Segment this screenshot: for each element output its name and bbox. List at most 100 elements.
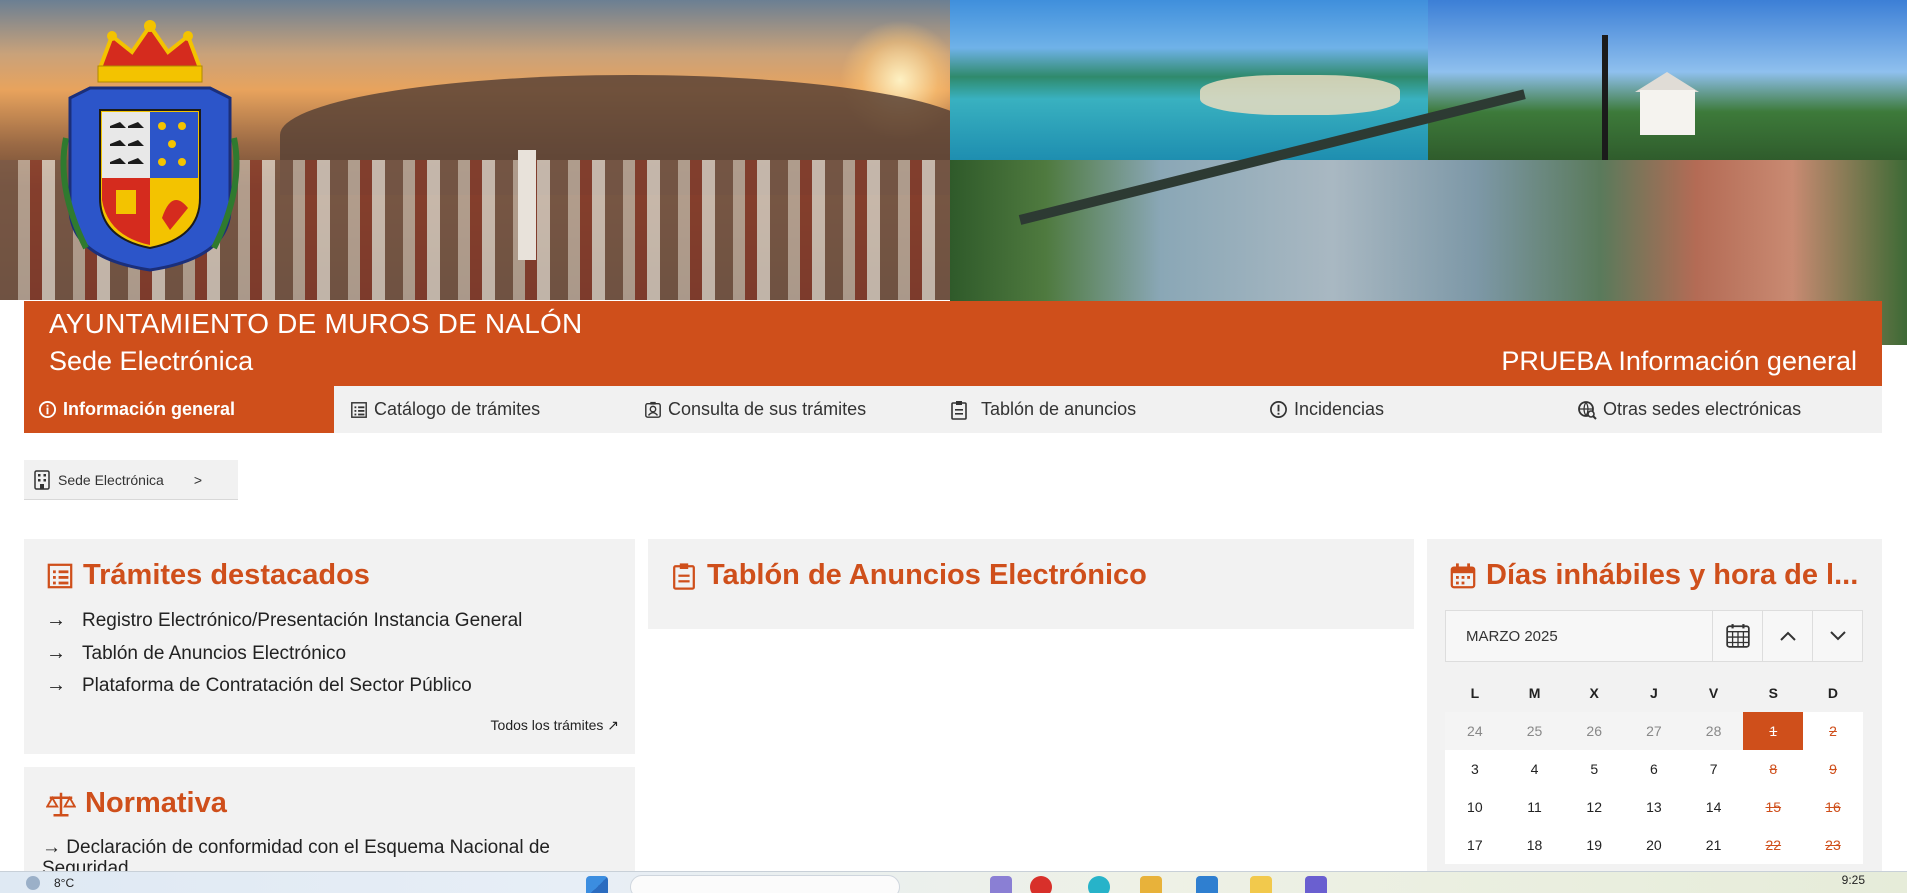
teams-chat-icon[interactable] (1305, 876, 1327, 893)
banner-lamppost (1602, 35, 1608, 160)
calendar-day[interactable]: 28 (1683, 712, 1744, 750)
tramite-link[interactable]: → Registro Electrónico/Presentación Inst… (46, 609, 522, 632)
calendar-day[interactable]: 26 (1564, 712, 1625, 750)
coat-of-arms-logo[interactable] (52, 18, 248, 273)
browser-icon[interactable] (1088, 876, 1110, 893)
tramite-link[interactable]: → Plataforma de Contratación del Sector … (46, 674, 472, 697)
calendar-picker-button[interactable] (1712, 611, 1762, 661)
calendar-day[interactable]: 20 (1624, 826, 1684, 864)
calendar-day-holiday[interactable]: 9 (1803, 750, 1863, 788)
tablon-anuncios-panel: Tablón de Anuncios Electrónico (648, 539, 1414, 629)
nav-item-incidencias[interactable]: Incidencias (1269, 386, 1577, 433)
nav-item-label: Consulta de sus trámites (668, 399, 867, 419)
calendar-day[interactable]: 10 (1445, 788, 1505, 826)
taskbar-clock[interactable]: 9:25 (1842, 873, 1865, 887)
breadcrumb-separator: > (193, 471, 203, 488)
chevron-down-icon (1829, 631, 1846, 641)
calendar-day-holiday[interactable]: 15 (1743, 788, 1804, 826)
header-banner (0, 0, 1907, 345)
calendar-day-holiday[interactable]: 8 (1743, 750, 1804, 788)
calendar-weekday-row: L M X J V S D (1445, 674, 1863, 712)
calendar-prev-button[interactable] (1762, 611, 1812, 661)
info-icon (38, 400, 57, 419)
taskbar-search-box[interactable] (630, 875, 900, 893)
normativa-heading: Normativa (46, 787, 227, 820)
site-title-band: AYUNTAMIENTO DE MUROS DE NALÓN Sede Elec… (24, 301, 1882, 386)
building-icon (34, 469, 50, 490)
calendar-day[interactable]: 14 (1683, 788, 1744, 826)
tablon-anuncios-title: Tablón de Anuncios Electrónico (707, 559, 1147, 591)
calendar-week-row: 10 11 12 13 14 15 16 (1445, 788, 1863, 826)
calendar-day-holiday[interactable]: 23 (1803, 826, 1863, 864)
user-badge-icon (645, 401, 661, 418)
calendar-day[interactable]: 17 (1445, 826, 1505, 864)
sticky-notes-icon[interactable] (1250, 876, 1272, 893)
globe-search-icon (1578, 400, 1597, 420)
chevron-up-icon (1779, 631, 1796, 641)
calendar-day[interactable]: 3 (1445, 750, 1505, 788)
scale-balance-icon (46, 792, 76, 816)
nav-item-otras-sedes[interactable]: Otras sedes electrónicas (1577, 386, 1882, 433)
teams-icon[interactable] (990, 876, 1012, 893)
calendar-next-button[interactable] (1812, 611, 1862, 661)
app-icon[interactable] (1030, 876, 1052, 893)
banner-beach-sand (1200, 75, 1400, 115)
todos-los-tramites-link[interactable]: Todos los trámites ↗ (491, 717, 619, 734)
tramite-link-label: Plataforma de Contratación del Sector Pú… (82, 674, 472, 696)
calendar-icon (1450, 562, 1476, 588)
nav-item-informacion-general[interactable]: Información general (24, 386, 334, 433)
calendar-day[interactable]: 21 (1683, 826, 1744, 864)
calendar-week-row: 17 18 19 20 21 22 23 (1445, 826, 1863, 864)
banner-church-tower (518, 150, 536, 260)
tramites-destacados-title: Trámites destacados (83, 559, 370, 591)
taskbar-weather[interactable]: 8°C (26, 876, 74, 890)
list-icon (351, 401, 367, 418)
store-icon[interactable] (1196, 876, 1218, 893)
calendar-header: MARZO 2025 (1445, 610, 1863, 662)
calendar-day[interactable]: 13 (1624, 788, 1684, 826)
breadcrumb-home-link[interactable]: Sede Electrónica (58, 472, 164, 488)
calendar-day-holiday[interactable]: 2 (1803, 712, 1863, 750)
weather-icon (26, 876, 40, 890)
calendar-day[interactable]: 6 (1624, 750, 1684, 788)
file-explorer-icon[interactable] (1140, 876, 1162, 893)
weekday-label: D (1827, 685, 1839, 701)
tramite-link-label: Tablón de Anuncios Electrónico (82, 642, 347, 664)
windows-start-icon[interactable] (586, 876, 608, 893)
arrow-right-icon: → (46, 642, 66, 664)
nav-item-catalogo-tramites[interactable]: Catálogo de trámites (334, 386, 644, 433)
normativa-link[interactable]: → Declaración de conformidad con el Esqu… (42, 837, 622, 871)
calendar-day-selected[interactable]: 1 (1743, 712, 1804, 750)
calendar-day[interactable]: 7 (1683, 750, 1744, 788)
calendar-day[interactable]: 4 (1504, 750, 1565, 788)
calendar-day[interactable]: 24 (1445, 712, 1505, 750)
os-taskbar: 8°C 9:25 (0, 871, 1907, 893)
calendar-day[interactable]: 25 (1504, 712, 1565, 750)
arrow-right-icon: → (42, 837, 67, 858)
calendar-day[interactable]: 12 (1564, 788, 1625, 826)
normativa-link-label: Declaración de conformidad con el Esquem… (42, 837, 551, 871)
page: AYUNTAMIENTO DE MUROS DE NALÓN Sede Elec… (0, 0, 1907, 893)
nav-item-label: Información general (63, 399, 236, 419)
site-subtitle: Sede Electrónica (49, 346, 254, 376)
clipboard-icon (673, 562, 695, 590)
weekday-label: S (1768, 685, 1778, 701)
weekday-label: X (1589, 685, 1599, 701)
calendar-day-holiday[interactable]: 22 (1743, 826, 1804, 864)
nav-item-label: Catálogo de trámites (374, 399, 541, 419)
weather-temperature: 8°C (54, 876, 75, 890)
alert-icon (1270, 401, 1287, 418)
normativa-title: Normativa (85, 787, 227, 819)
nav-item-tablon-anuncios[interactable]: Tablón de anuncios (949, 386, 1269, 433)
arrow-right-icon: → (46, 674, 66, 696)
calendar-day-holiday[interactable]: 16 (1803, 788, 1863, 826)
tramite-link[interactable]: → Tablón de Anuncios Electrónico (46, 642, 346, 665)
calendar-day[interactable]: 19 (1564, 826, 1625, 864)
calendar-day[interactable]: 11 (1504, 788, 1565, 826)
calendar-grid: L M X J V S D 24 25 26 27 28 1 2 3 4 5 6… (1445, 674, 1863, 864)
calendar-day[interactable]: 27 (1624, 712, 1684, 750)
calendar-day[interactable]: 5 (1564, 750, 1625, 788)
calendar-day[interactable]: 18 (1504, 826, 1565, 864)
nav-item-consulta-tramites[interactable]: Consulta de sus trámites (644, 386, 949, 433)
tramites-destacados-panel: Trámites destacados → Registro Electróni… (24, 539, 635, 754)
